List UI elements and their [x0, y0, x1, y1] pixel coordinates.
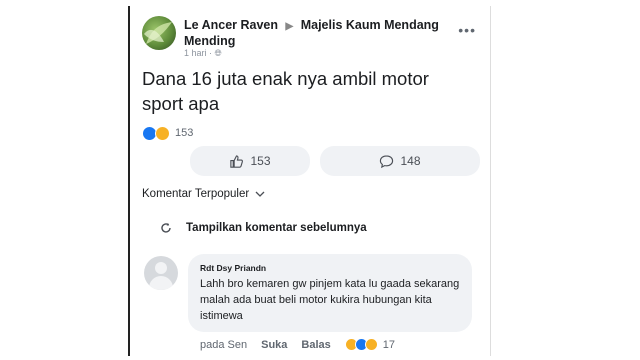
sad-reaction-icon	[364, 338, 378, 351]
commenter-name[interactable]: Rdt Dsy Priandn	[200, 263, 266, 273]
reaction-count: 153	[175, 127, 194, 139]
meta-separator: ·	[209, 48, 213, 58]
thumbs-up-icon	[230, 154, 244, 168]
post-meta: 1 hari · 🌐︎	[184, 48, 222, 59]
comment-reply-button[interactable]: Balas	[301, 339, 330, 351]
triangle-right-icon: ▶	[285, 21, 294, 32]
haha-reaction-icon	[155, 125, 170, 141]
refresh-icon	[161, 223, 171, 233]
comment-time[interactable]: pada Sen	[200, 339, 247, 351]
avatar-body-shape	[149, 276, 173, 290]
chevron-down-icon	[255, 191, 265, 197]
reaction-summary[interactable]: 153	[142, 124, 193, 142]
comment-reactions[interactable]: 17	[344, 338, 396, 351]
comment-text: Lahh bro kemaren gw pinjem kata lu gaada…	[200, 278, 460, 322]
more-options-icon[interactable]: •••	[458, 22, 476, 38]
comment-bubble-icon	[380, 154, 394, 168]
comment-like-button[interactable]: Suka	[261, 339, 287, 351]
comment-actions: pada Sen Suka Balas 17	[200, 338, 395, 351]
author-avatar[interactable]	[142, 16, 176, 50]
post-text: Dana 16 juta enak nya ambil motor sport …	[142, 68, 429, 114]
post-card: Le Ancer Raven ▶ Majelis Kaum Mendang Me…	[128, 6, 491, 356]
like-count: 153	[250, 154, 271, 168]
post-header: Le Ancer Raven ▶ Majelis Kaum Mendang Me…	[142, 16, 482, 62]
comment-button[interactable]: 148	[320, 146, 480, 176]
comment-reaction-count: 17	[382, 338, 396, 351]
comment-count: 148	[400, 154, 421, 168]
commenter-avatar[interactable]	[144, 256, 178, 290]
like-button[interactable]: 153	[190, 146, 310, 176]
avatar-head-shape	[155, 262, 167, 274]
show-previous-comments[interactable]: Tampilkan komentar sebelumnya	[160, 222, 367, 234]
comment-bubble: Rdt Dsy Priandn Lahh bro kemaren gw pinj…	[188, 254, 472, 332]
post-time[interactable]: 1 hari	[184, 48, 207, 58]
author-name[interactable]: Le Ancer Raven	[184, 18, 278, 32]
comment-sort-dropdown[interactable]: Komentar Terpopuler	[142, 188, 265, 200]
show-previous-label: Tampilkan komentar sebelumnya	[186, 222, 367, 234]
author-group-line: Le Ancer Raven ▶ Majelis Kaum Mendang Me…	[184, 18, 454, 49]
sort-label: Komentar Terpopuler	[142, 188, 250, 200]
globe-icon: 🌐︎	[214, 48, 222, 58]
